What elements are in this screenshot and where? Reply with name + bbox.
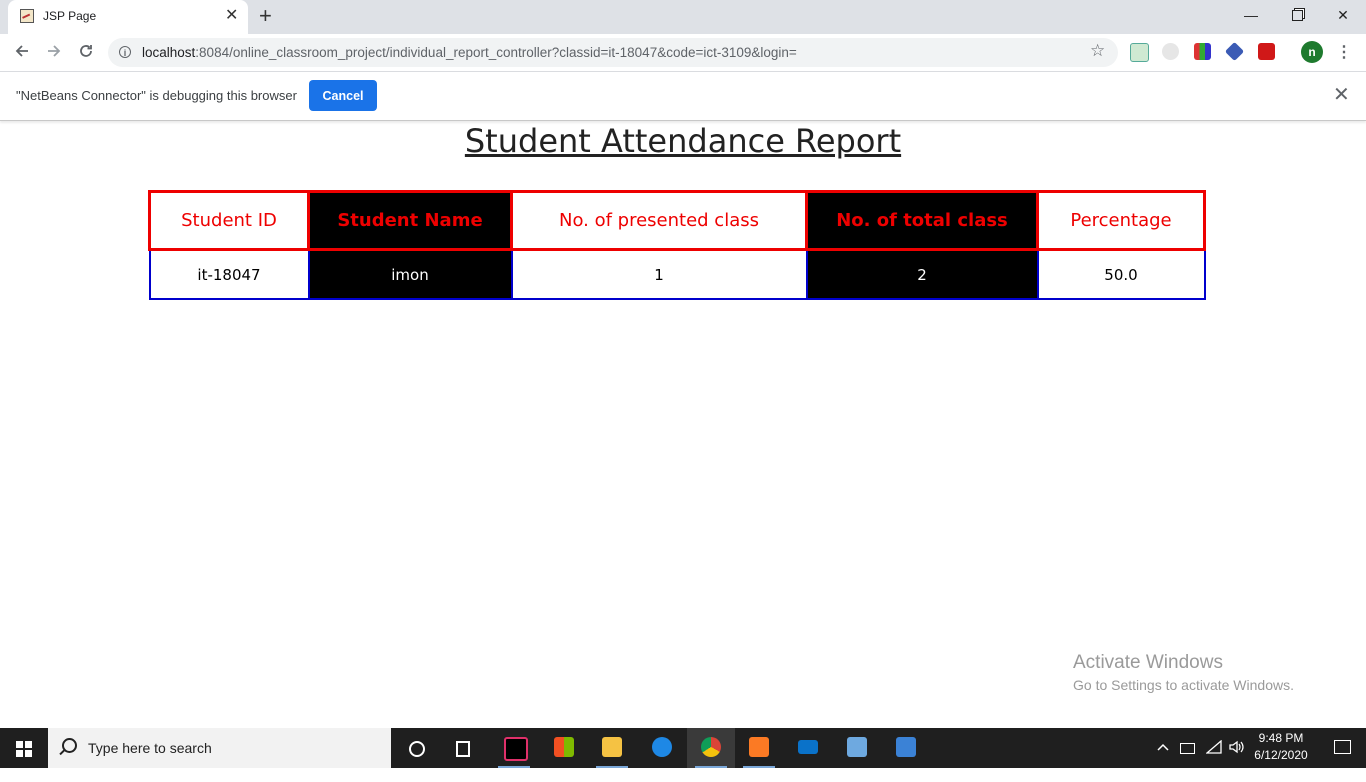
arrow-right-icon [48, 45, 61, 57]
url-host: localhost [142, 45, 196, 60]
site-info-icon[interactable]: i [119, 46, 131, 58]
chrome-icon [701, 737, 721, 757]
virtualbox-icon [847, 737, 867, 757]
taskbar-search-input[interactable]: Type here to search [48, 728, 391, 768]
taskbar-chrome[interactable] [687, 728, 735, 768]
cortana-circle-icon [409, 741, 425, 757]
url-text[interactable]: localhost:8084/online_classroom_project/… [142, 45, 797, 60]
cell-presented-class: 1 [510, 248, 808, 300]
cell-percentage: 50.0 [1036, 248, 1206, 300]
taskbar-file-explorer[interactable] [588, 728, 636, 768]
extension-youtube-icon[interactable] [1258, 43, 1275, 60]
bookmark-star-icon[interactable]: ☆ [1090, 41, 1105, 61]
browser-menu-icon[interactable]: ⋮ [1336, 42, 1352, 64]
tab-strip: JSP Page ✕ + — ✕ [0, 0, 1366, 34]
taskbar-virtualbox[interactable] [833, 728, 881, 768]
task-view-button[interactable] [440, 728, 488, 768]
extension-colorpicker-icon[interactable] [1194, 43, 1211, 60]
infobar-close-icon[interactable]: ✕ [1333, 84, 1350, 106]
folder-icon [602, 737, 622, 757]
battery-icon [1180, 743, 1195, 754]
windows-taskbar: Type here to search 9:48 PM 6/12/2020 [0, 728, 1366, 768]
back-button[interactable] [10, 41, 34, 65]
window-close-button[interactable]: ✕ [1320, 0, 1366, 30]
column-header-total-class: No. of total class [805, 190, 1039, 251]
infobar-message: "NetBeans Connector" is debugging this b… [16, 88, 297, 103]
address-bar[interactable]: i localhost:8084/online_classroom_projec… [108, 38, 1118, 67]
mail-icon [798, 740, 818, 754]
taskbar-clock[interactable]: 9:48 PM 6/12/2020 [1244, 730, 1318, 764]
tab-close-icon[interactable]: ✕ [225, 6, 238, 26]
tray-battery-icon[interactable] [1180, 742, 1198, 782]
forward-button[interactable] [42, 41, 66, 65]
store-icon [554, 737, 574, 757]
action-center-button[interactable] [1320, 728, 1366, 768]
notification-icon [1334, 740, 1351, 754]
debugging-infobar: "NetBeans Connector" is debugging this b… [0, 71, 1366, 121]
clock-time: 9:48 PM [1258, 731, 1304, 745]
search-placeholder: Type here to search [88, 740, 212, 756]
window-minimize-button[interactable]: — [1228, 0, 1274, 30]
taskbar-edge[interactable] [638, 728, 686, 768]
restore-icon [1291, 10, 1303, 21]
column-header-presented-class: No. of presented class [510, 190, 808, 251]
attendance-table: Student ID Student Name No. of presented… [148, 190, 1206, 300]
task-view-icon [456, 741, 470, 757]
new-tab-button[interactable]: + [259, 4, 272, 28]
browser-tab[interactable]: JSP Page ✕ [8, 0, 248, 34]
cell-total-class: 2 [805, 248, 1039, 300]
arrow-left-icon [15, 45, 28, 57]
extension-gear-icon[interactable] [1162, 43, 1179, 60]
reload-button[interactable] [74, 41, 98, 65]
reload-icon [80, 45, 92, 57]
chevron-up-icon [1157, 743, 1169, 751]
tab-title: JSP Page [43, 9, 97, 23]
profile-avatar[interactable]: n [1301, 41, 1323, 63]
wifi-icon [1205, 739, 1222, 754]
column-header-student-name: Student Name [307, 190, 513, 251]
taskbar-intellij[interactable] [490, 728, 538, 768]
column-header-student-id: Student ID [148, 190, 310, 251]
tray-wifi-icon[interactable] [1205, 739, 1224, 780]
xampp-icon [749, 737, 769, 757]
watermark-title: Activate Windows [1073, 652, 1223, 673]
cell-student-id: it-18047 [148, 248, 310, 300]
speaker-icon [1229, 740, 1244, 754]
page-title: Student Attendance Report [464, 122, 902, 160]
url-path: :8084/online_classroom_project/individua… [195, 45, 797, 60]
watermark-subtitle: Go to Settings to activate Windows. [1073, 677, 1294, 693]
cancel-debugging-button[interactable]: Cancel [309, 80, 377, 111]
activate-windows-watermark: Activate Windows Go to Settings to activ… [1073, 652, 1294, 693]
window-restore-button[interactable] [1274, 0, 1320, 30]
taskbar-store[interactable] [540, 728, 588, 768]
tray-overflow-chevron-icon[interactable] [1156, 740, 1172, 780]
cortana-button[interactable] [392, 728, 440, 768]
page-favicon-icon [20, 9, 34, 23]
edge-icon [652, 737, 672, 757]
clock-date: 6/12/2020 [1254, 748, 1308, 762]
start-button[interactable] [0, 728, 48, 768]
taskbar-photos[interactable] [882, 728, 930, 768]
taskbar-xampp[interactable] [735, 728, 783, 768]
extension-evernote-icon[interactable] [1130, 43, 1149, 62]
taskbar-mail[interactable] [784, 728, 832, 768]
cell-student-name: imon [307, 248, 513, 300]
table-header-row: Student ID Student Name No. of presented… [148, 190, 1206, 251]
column-header-percentage: Percentage [1036, 190, 1206, 251]
search-icon [62, 738, 77, 753]
table-row: it-18047 imon 1 2 50.0 [148, 248, 1206, 300]
intellij-icon [504, 737, 528, 761]
photos-icon [896, 737, 916, 757]
